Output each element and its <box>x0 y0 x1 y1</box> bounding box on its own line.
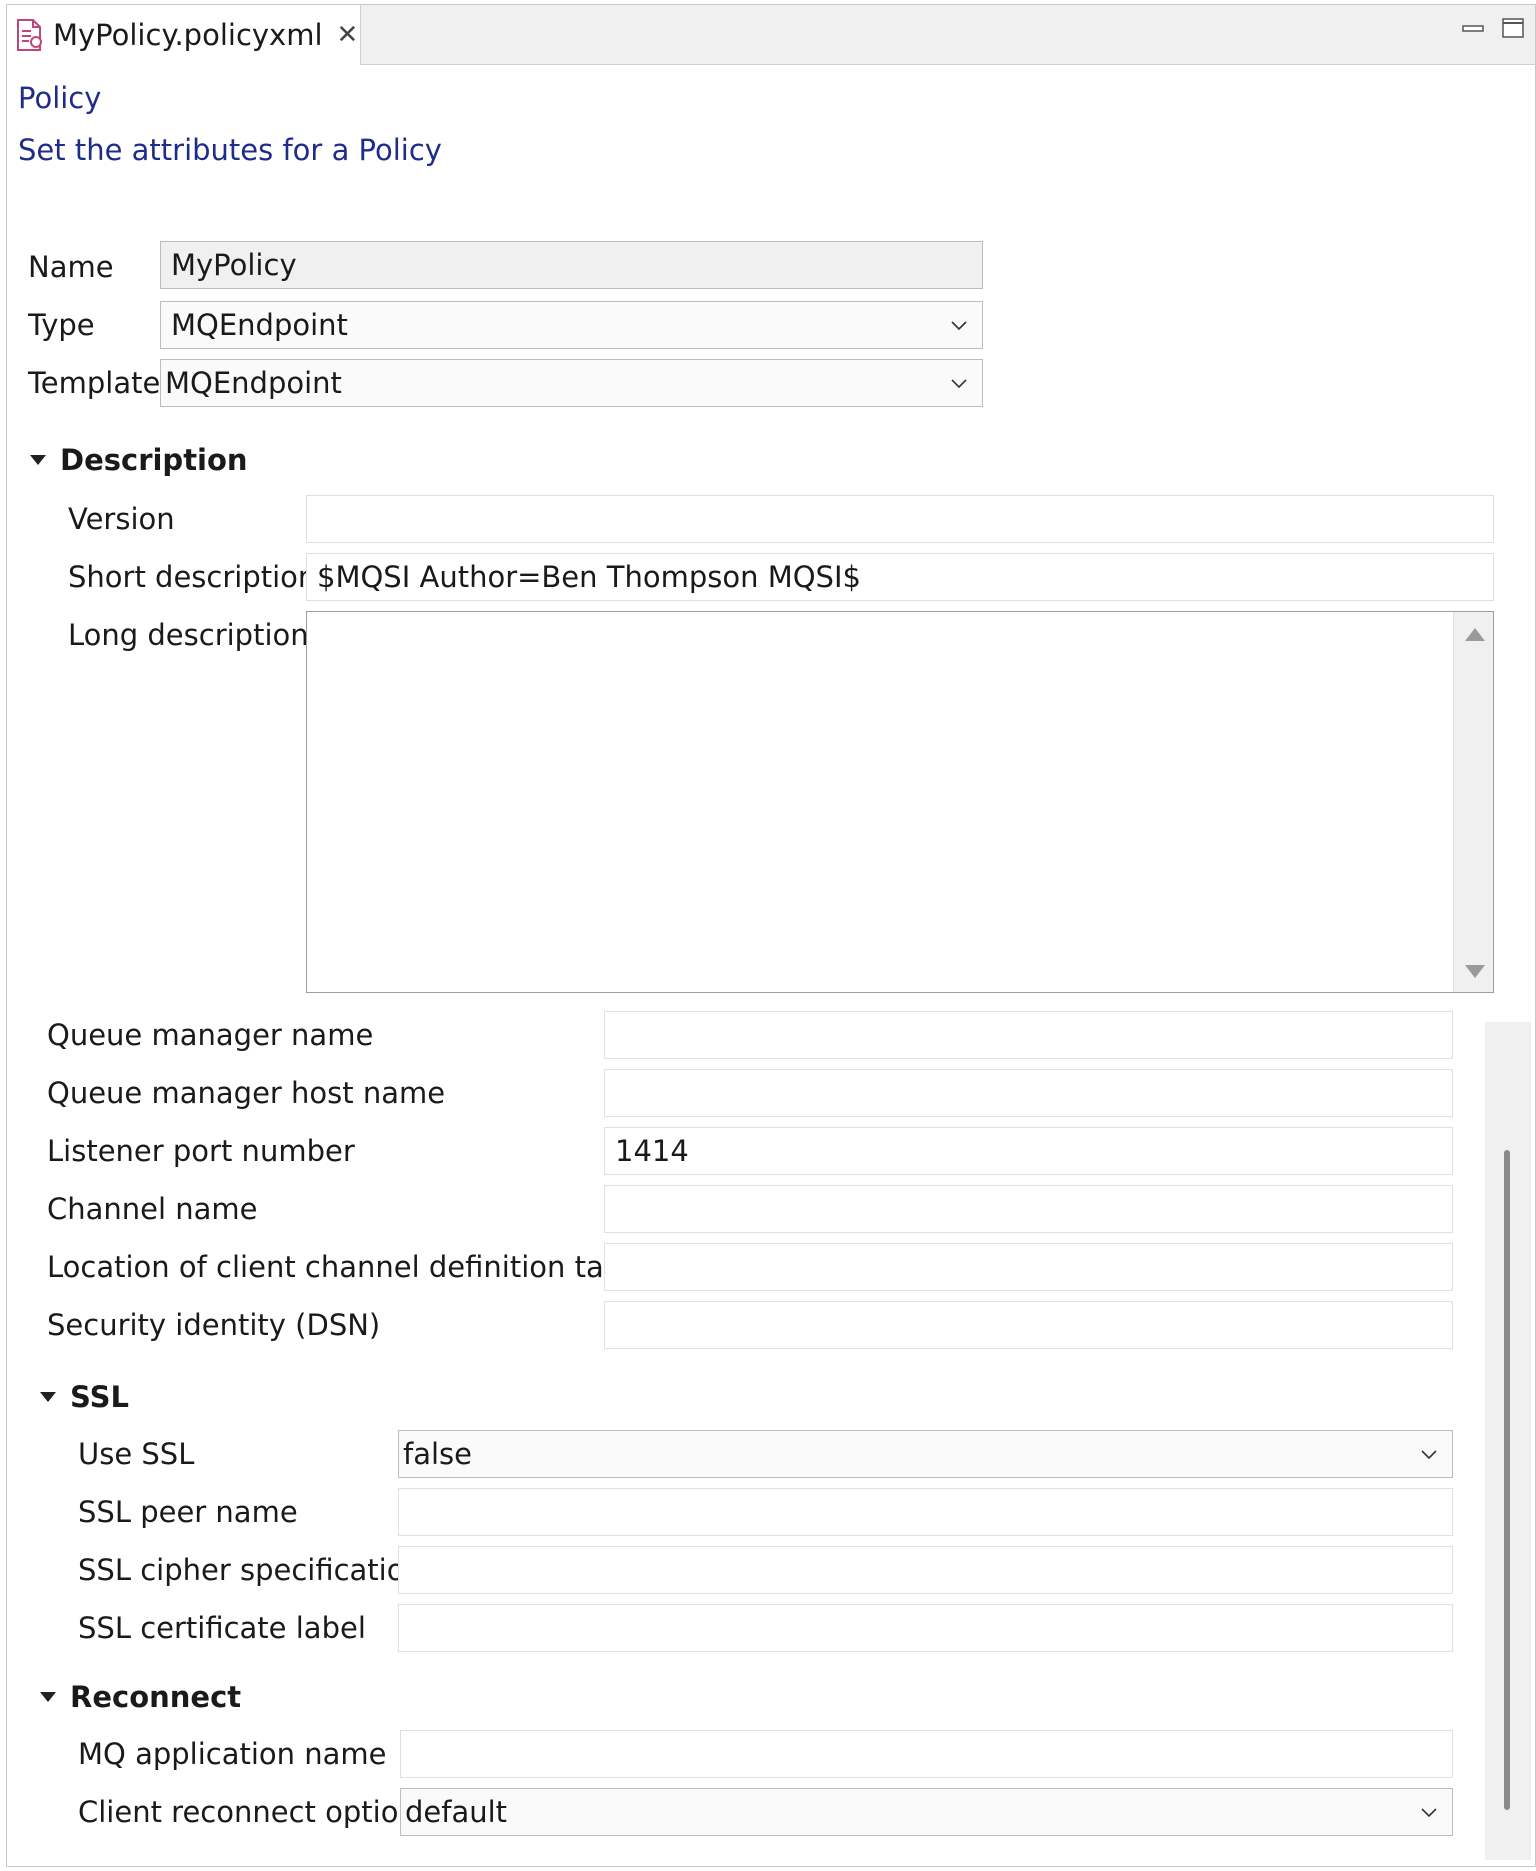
ssl-cert-label: SSL certificate label <box>78 1611 366 1645</box>
name-field[interactable]: MyPolicy <box>160 241 983 289</box>
reconnect-section-toggle[interactable]: Reconnect <box>40 1680 241 1714</box>
ssl-section-toggle[interactable]: SSL <box>40 1380 129 1414</box>
ccdt-field[interactable] <box>604 1243 1453 1291</box>
page-subtitle: Set the attributes for a Policy <box>18 133 442 167</box>
version-label: Version <box>68 502 175 536</box>
port-field[interactable]: 1414 <box>604 1127 1453 1175</box>
scroll-up-icon[interactable] <box>1464 626 1486 642</box>
chevron-down-icon <box>1421 1808 1437 1818</box>
client-reconnect-select[interactable]: default <box>400 1788 1453 1836</box>
tab-title: MyPolicy.policyxml <box>53 18 323 52</box>
template-label: Template <box>28 366 161 400</box>
description-heading: Description <box>60 443 248 477</box>
close-icon[interactable]: ✕ <box>337 20 359 50</box>
security-label: Security identity (DSN) <box>47 1308 381 1342</box>
policy-file-icon <box>17 19 42 51</box>
textarea-scrollbar[interactable] <box>1453 612 1493 992</box>
ssl-peer-label: SSL peer name <box>78 1495 298 1529</box>
ssl-cert-field[interactable] <box>398 1604 1453 1652</box>
ssl-cipher-label: SSL cipher specification <box>78 1553 423 1587</box>
reconnect-heading: Reconnect <box>70 1680 242 1714</box>
channel-field[interactable] <box>604 1185 1453 1233</box>
client-reconnect-label: Client reconnect option <box>78 1795 417 1829</box>
expand-triangle-icon <box>40 1392 56 1402</box>
use-ssl-value: false <box>403 1437 472 1471</box>
expand-triangle-icon <box>30 455 46 465</box>
maximize-icon[interactable] <box>1501 17 1525 39</box>
type-select[interactable]: MQEndpoint <box>160 301 983 349</box>
expand-triangle-icon <box>40 1692 56 1702</box>
policy-editor: MyPolicy.policyxml ✕ Policy Set the attr… <box>6 4 1536 1867</box>
long-description-label: Long description <box>68 618 309 652</box>
use-ssl-label: Use SSL <box>78 1437 195 1471</box>
qm-name-field[interactable] <box>604 1011 1453 1059</box>
long-description-textarea[interactable] <box>306 611 1494 993</box>
client-reconnect-value: default <box>405 1795 508 1829</box>
qm-host-field[interactable] <box>604 1069 1453 1117</box>
editor-tab-bar: MyPolicy.policyxml ✕ <box>7 5 1535 65</box>
version-field[interactable] <box>306 495 1494 543</box>
editor-tab[interactable]: MyPolicy.policyxml ✕ <box>7 5 361 65</box>
short-description-label: Short description <box>68 560 317 594</box>
minimize-icon[interactable] <box>1461 17 1485 39</box>
type-value: MQEndpoint <box>171 308 348 342</box>
mq-app-name-label: MQ application name <box>78 1737 387 1771</box>
page-scrollbar[interactable] <box>1485 1022 1531 1860</box>
chevron-down-icon <box>951 379 967 389</box>
chevron-down-icon <box>1421 1450 1437 1460</box>
chevron-down-icon <box>951 321 967 331</box>
name-value: MyPolicy <box>171 248 297 282</box>
short-description-value: $MQSI Author=Ben Thompson MQSI$ <box>317 560 861 594</box>
name-label: Name <box>28 250 114 284</box>
scrollbar-thumb[interactable] <box>1504 1150 1510 1810</box>
ssl-heading: SSL <box>70 1380 129 1414</box>
channel-label: Channel name <box>47 1192 258 1226</box>
qm-host-label: Queue manager host name <box>47 1076 446 1110</box>
page-title: Policy <box>18 81 102 115</box>
port-label: Listener port number <box>47 1134 355 1168</box>
template-select[interactable]: MQEndpoint <box>160 359 983 407</box>
template-value: MQEndpoint <box>165 366 342 400</box>
qm-name-label: Queue manager name <box>47 1018 374 1052</box>
ssl-peer-field[interactable] <box>398 1488 1453 1536</box>
security-field[interactable] <box>604 1301 1453 1349</box>
port-value: 1414 <box>615 1134 689 1168</box>
ccdt-label: Location of client channel definition ta… <box>47 1250 649 1284</box>
scroll-down-icon[interactable] <box>1464 964 1486 980</box>
use-ssl-select[interactable]: false <box>398 1430 1453 1478</box>
type-label: Type <box>28 308 95 342</box>
ssl-cipher-field[interactable] <box>398 1546 1453 1594</box>
short-description-field[interactable]: $MQSI Author=Ben Thompson MQSI$ <box>306 553 1494 601</box>
description-section-toggle[interactable]: Description <box>30 443 248 477</box>
mq-app-name-field[interactable] <box>400 1730 1453 1778</box>
